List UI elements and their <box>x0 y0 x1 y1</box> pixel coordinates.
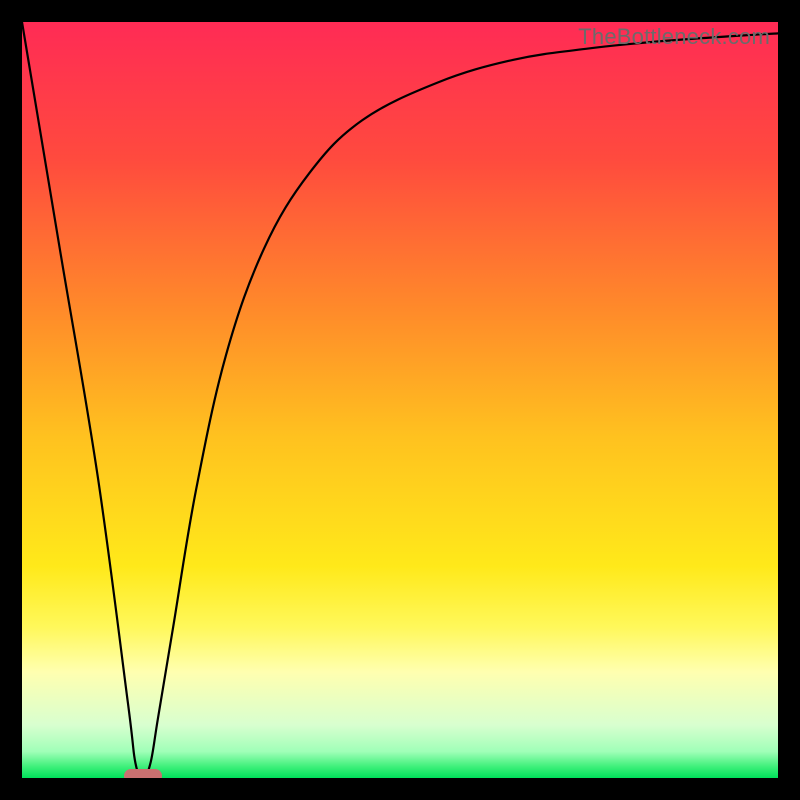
chart-svg <box>22 22 778 778</box>
chart-frame: TheBottleneck.com <box>0 0 800 800</box>
plot-area: TheBottleneck.com <box>22 22 778 778</box>
optimum-marker <box>124 769 162 778</box>
gradient-background <box>22 22 778 778</box>
watermark-text: TheBottleneck.com <box>578 24 770 50</box>
